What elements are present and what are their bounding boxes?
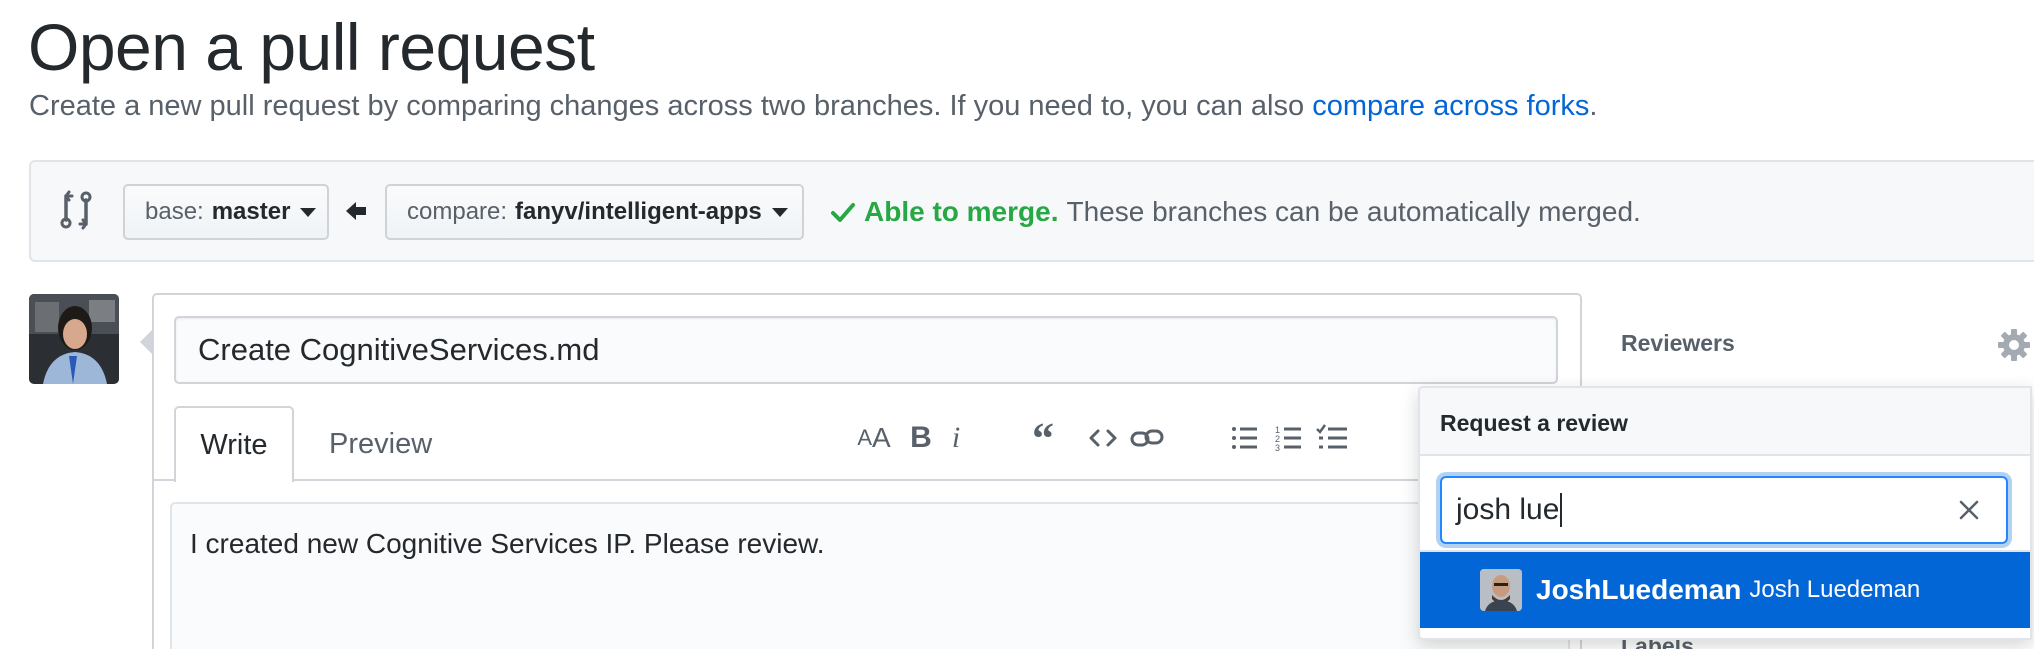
reviewer-search-value: josh lue [1456, 493, 1560, 526]
reviewers-label[interactable]: Reviewers [1621, 330, 1735, 357]
request-review-popover: Request a review josh lue JoshLuedeman J… [1418, 386, 2032, 640]
numbered-list-icon[interactable]: 1 2 3 [1274, 418, 1304, 458]
header-icon[interactable]: AA [854, 418, 894, 458]
user-photo [29, 294, 119, 384]
avatar[interactable] [29, 294, 119, 384]
page-title: Open a pull request [28, 10, 595, 84]
compare-prefix: compare: [407, 198, 508, 225]
page-subtitle: Create a new pull request by comparing c… [29, 90, 1597, 123]
suggestion-avatar [1480, 569, 1522, 611]
comment-body-textarea[interactable]: I created new Cognitive Services IP. Ple… [170, 502, 1570, 649]
tab-write[interactable]: Write [174, 406, 294, 482]
gear-icon[interactable] [1997, 328, 2031, 362]
tab-preview[interactable]: Preview [329, 428, 432, 461]
subtitle-text: Create a new pull request by comparing c… [29, 90, 1313, 122]
close-icon[interactable] [1958, 499, 1980, 521]
compare-branch-name: fanyv/intelligent-apps [515, 198, 762, 225]
popover-title: Request a review [1420, 388, 2030, 456]
check-icon [831, 203, 855, 222]
merge-description: These branches can be automatically merg… [1066, 196, 1641, 227]
arrow-left-icon [346, 202, 366, 220]
task-list-icon[interactable] [1316, 418, 1350, 458]
suggestion-full-name: Josh Luedeman [1749, 576, 1921, 603]
italic-icon[interactable]: i [944, 418, 968, 458]
svg-text:3: 3 [1275, 443, 1280, 453]
merge-status: Able to merge. These branches can be aut… [830, 196, 1641, 228]
base-prefix: base: [145, 198, 204, 225]
merge-ok-label: Able to merge. [864, 196, 1059, 227]
bold-icon[interactable]: B [906, 418, 936, 458]
link-icon[interactable] [1130, 418, 1164, 458]
chevron-down-icon [300, 207, 317, 217]
bullet-list-icon[interactable] [1230, 418, 1260, 458]
text-cursor [1560, 493, 1563, 527]
tab-divider [154, 479, 1580, 481]
subtitle-end: . [1589, 90, 1598, 122]
reviewer-suggestion[interactable]: JoshLuedeman Josh Luedeman [1420, 552, 2030, 628]
chevron-down-icon [771, 207, 788, 217]
popover-filter: josh lue [1420, 456, 2030, 552]
title-input[interactable] [174, 316, 1558, 384]
compare-across-forks-link[interactable]: compare across forks [1312, 90, 1589, 122]
git-compare-icon [60, 190, 92, 230]
quote-icon[interactable]: “ [1026, 414, 1060, 463]
base-branch-select[interactable]: base: master [123, 184, 329, 240]
form-pointer [140, 330, 152, 354]
suggestion-login: JoshLuedeman [1536, 574, 1742, 605]
code-icon[interactable] [1088, 418, 1118, 458]
reviewer-search-input[interactable]: josh lue [1440, 476, 2008, 544]
compare-branch-select[interactable]: compare: fanyv/intelligent-apps [385, 184, 804, 240]
base-branch-name: master [211, 198, 291, 225]
